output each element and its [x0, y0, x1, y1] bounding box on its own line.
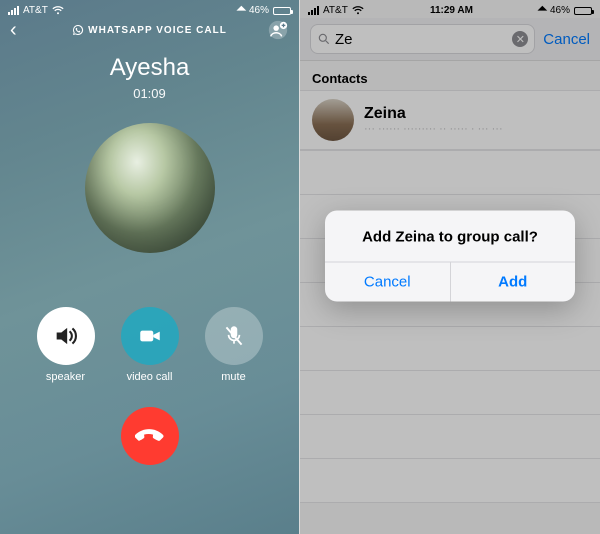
wifi-icon [52, 6, 64, 15]
call-timer: 01:09 [0, 86, 299, 101]
dialog-message: Add Zeina to group call? [325, 211, 575, 262]
signal-icon [8, 6, 19, 15]
confirm-dialog: Add Zeina to group call? Cancel Add [325, 211, 575, 302]
mute-label: mute [221, 371, 245, 383]
speaker-button[interactable] [37, 307, 95, 365]
mute-button[interactable] [205, 307, 263, 365]
location-icon: ◤ [235, 4, 248, 17]
voice-call-screen: AT&T ◤ 46% ‹ WHATSAPP VOICE CALL Ayesha … [0, 0, 300, 534]
video-call-button[interactable] [121, 307, 179, 365]
add-participant-button[interactable] [267, 19, 289, 41]
call-type-label: WHATSAPP VOICE CALL [88, 25, 227, 36]
back-icon[interactable]: ‹ [10, 19, 17, 42]
status-bar: AT&T ◤ 46% [0, 0, 299, 18]
whatsapp-icon [72, 24, 84, 36]
caller-avatar [85, 123, 215, 253]
carrier-label: AT&T [23, 5, 48, 16]
caller-name: Ayesha [0, 54, 299, 82]
dialog-add-button[interactable]: Add [450, 263, 576, 302]
speaker-label: speaker [46, 371, 85, 383]
dialog-cancel-button[interactable]: Cancel [325, 263, 450, 302]
video-label: video call [127, 371, 173, 383]
hangup-button[interactable] [121, 407, 179, 465]
battery-pct: 46% [249, 5, 269, 16]
battery-icon [273, 7, 291, 15]
add-participant-screen: AT&T 11:29 AM ◤ 46% Ze ✕ Cancel Contacts… [300, 0, 600, 534]
call-header: ‹ WHATSAPP VOICE CALL [0, 18, 299, 38]
call-controls: speaker video call mute [0, 307, 299, 383]
